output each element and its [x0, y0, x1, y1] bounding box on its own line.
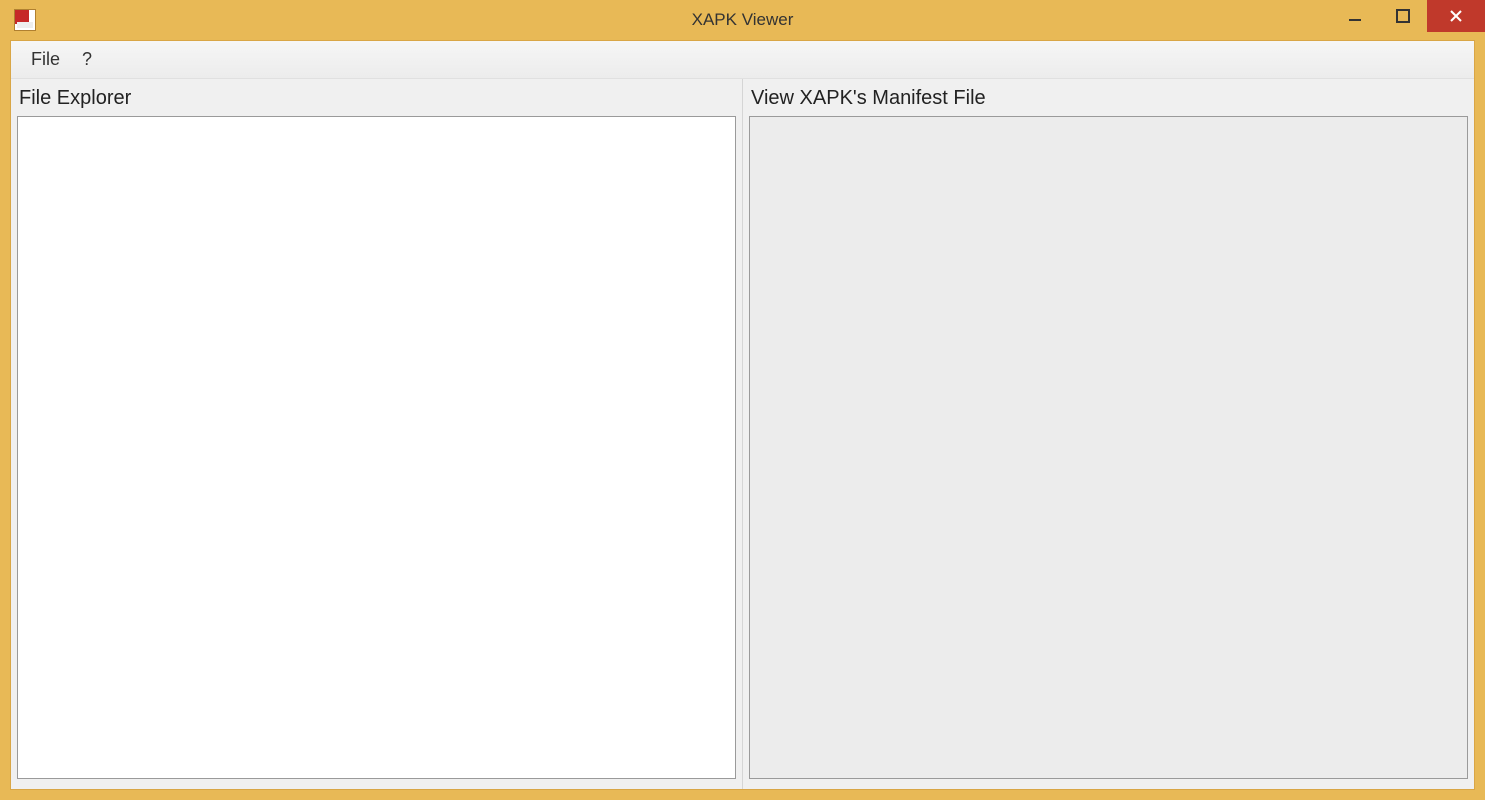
app-icon	[14, 9, 36, 31]
close-button[interactable]	[1427, 0, 1485, 32]
close-icon	[1449, 9, 1463, 23]
maximize-button[interactable]	[1379, 0, 1427, 32]
maximize-icon	[1396, 9, 1410, 23]
file-explorer-box[interactable]	[17, 116, 736, 779]
minimize-icon	[1348, 9, 1362, 23]
window-title: XAPK Viewer	[692, 10, 794, 30]
menu-help[interactable]: ?	[82, 49, 92, 70]
manifest-box[interactable]	[749, 116, 1468, 779]
client-area: File ? File Explorer View XAPK's Manifes…	[10, 40, 1475, 790]
content-area: File Explorer View XAPK's Manifest File	[11, 79, 1474, 789]
manifest-panel: View XAPK's Manifest File	[742, 79, 1474, 789]
file-explorer-heading: File Explorer	[17, 83, 736, 116]
minimize-button[interactable]	[1331, 0, 1379, 32]
menu-file[interactable]: File	[31, 49, 60, 70]
titlebar[interactable]: XAPK Viewer	[0, 0, 1485, 40]
menubar: File ?	[11, 41, 1474, 79]
window-controls	[1331, 0, 1485, 32]
file-explorer-panel: File Explorer	[11, 79, 742, 789]
window-frame: XAPK Viewer File ?	[0, 0, 1485, 800]
manifest-heading: View XAPK's Manifest File	[749, 83, 1468, 116]
